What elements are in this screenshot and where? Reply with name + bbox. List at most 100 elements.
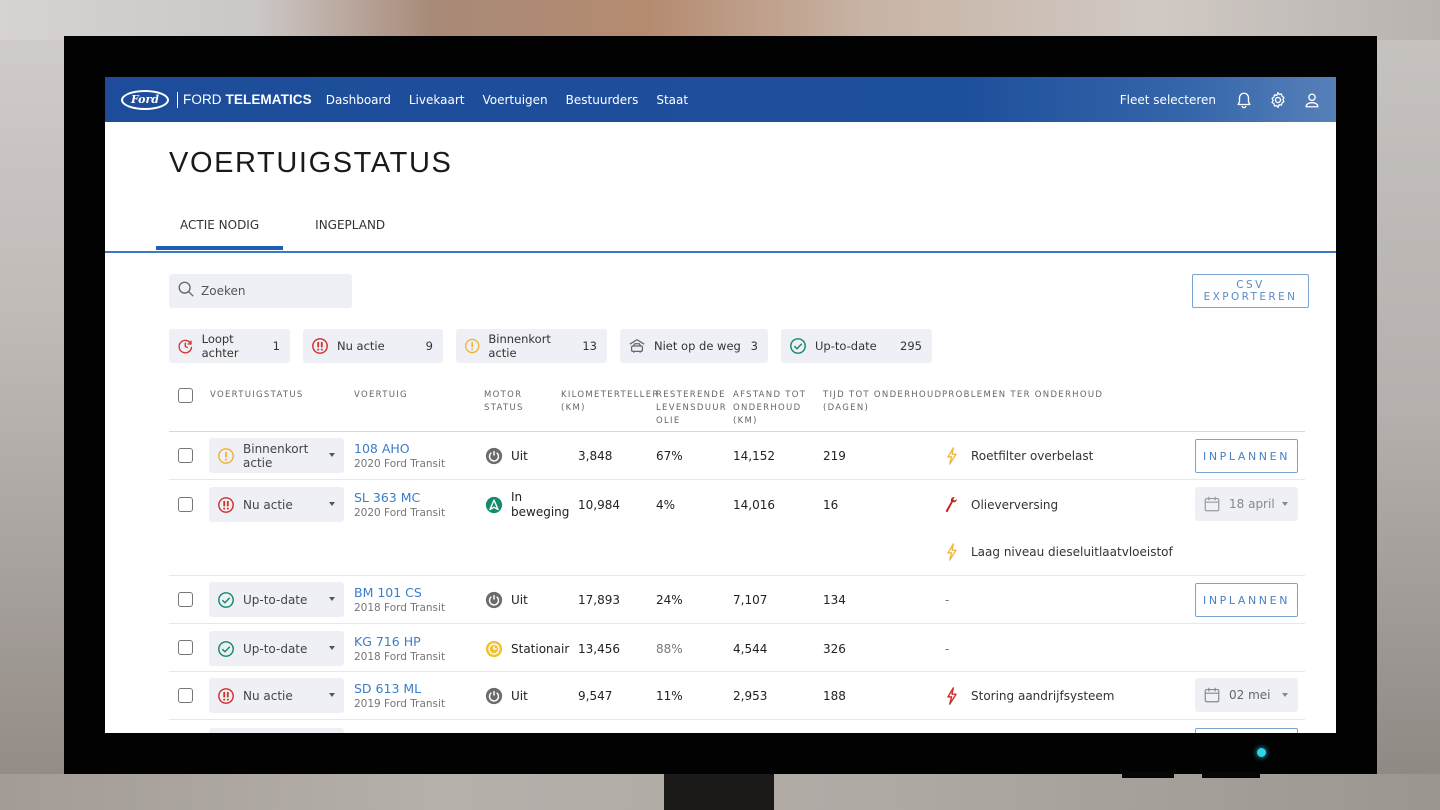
double-exclamation-icon [218, 496, 234, 513]
brand-separator [177, 91, 178, 108]
vehicle-plate-link[interactable]: SD 613 ML [354, 681, 445, 696]
filter-binnenkort-actie[interactable]: Binnenkort actie 13 [456, 329, 607, 363]
row-checkbox[interactable] [178, 497, 193, 512]
nav-bestuurders[interactable]: Bestuurders [566, 93, 639, 107]
date-dropdown[interactable]: 18 april [1195, 487, 1298, 521]
header-problemen[interactable]: PROBLEMEN TER ONDERHOUD [942, 389, 1103, 402]
vehicle-model: 2019 Ford Transit [354, 698, 446, 710]
inplannen-button[interactable] [1195, 728, 1298, 733]
brand-prefix: FORD [183, 92, 222, 107]
problem-label: Laag niveau dieseluitlaatvloeistof [971, 545, 1173, 559]
oil-life-value: 67% [656, 449, 683, 463]
vehicle-cell: KG 716 HP 2018 Ford Transit [354, 634, 445, 663]
motor-status: Uit [485, 687, 528, 705]
header-motor-status[interactable]: MOTOR STATUS [484, 389, 524, 415]
status-dropdown[interactable] [209, 728, 344, 733]
status-filters: Loopt achter 1 Nu actie 9 Binnenkort act… [169, 329, 932, 363]
status-dropdown[interactable]: Up-to-date [209, 582, 344, 617]
status-dropdown[interactable]: Binnenkort actie [209, 438, 344, 473]
problem-item: - [945, 642, 949, 656]
user-icon[interactable] [1302, 90, 1322, 110]
problem-label: Storing aandrijfsysteem [971, 689, 1115, 703]
gear-icon[interactable] [1268, 90, 1288, 110]
chevron-down-icon [329, 693, 335, 697]
date-label: 18 april [1229, 497, 1275, 511]
csv-export-button[interactable]: CSV EXPORTEREN [1192, 274, 1309, 308]
page-title: VOERTUIGSTATUS [169, 147, 453, 179]
filter-niet-op-de-weg[interactable]: Niet op de weg 3 [620, 329, 768, 363]
row-checkbox[interactable] [178, 640, 193, 655]
days-value: 219 [823, 449, 846, 463]
status-dropdown[interactable]: Nu actie [209, 487, 344, 522]
oil-life-value: 88% [656, 642, 683, 656]
filter-label: Up-to-date [815, 339, 877, 353]
brand-suffix: TELEMATICS [225, 92, 312, 107]
row-checkbox[interactable] [178, 592, 193, 607]
search-icon [177, 280, 195, 302]
chevron-down-icon [329, 502, 335, 506]
oil-life-value: 11% [656, 689, 683, 703]
vehicle-plate-link[interactable]: KG 716 HP [354, 634, 445, 649]
tab-actie-nodig[interactable]: ACTIE NODIG [156, 214, 284, 250]
wrench-icon [945, 496, 957, 513]
monitor-stand [664, 774, 774, 810]
row-checkbox[interactable] [178, 448, 193, 463]
nav-dashboard[interactable]: Dashboard [326, 93, 391, 107]
header-afstand-onderhoud[interactable]: AFSTAND TOT ONDERHOUD (KM) [733, 389, 806, 428]
inplannen-button[interactable]: INPLANNEN [1195, 583, 1298, 617]
bell-icon[interactable] [1234, 90, 1254, 110]
inplannen-button[interactable]: INPLANNEN [1195, 439, 1298, 473]
header-voertuig[interactable]: VOERTUIG [354, 389, 408, 402]
motor-label: Uit [511, 593, 528, 607]
header-resterende-olie[interactable]: RESTERENDE LEVENSDUUR OLIE [656, 389, 727, 428]
days-value: 326 [823, 642, 846, 656]
days-value: 16 [823, 498, 839, 512]
ford-logo[interactable]: Ford [121, 89, 169, 110]
motor-label: In beweging [511, 490, 570, 519]
header-tijd-onderhoud[interactable]: TIJD TOT ONDERHOUD (DAGEN) [823, 389, 942, 415]
select-all-checkbox[interactable] [178, 388, 193, 403]
header-line: OLIE [656, 416, 681, 426]
status-label: Nu actie [243, 688, 293, 703]
header-line: (KM) [561, 403, 586, 413]
row-checkbox[interactable] [178, 688, 193, 703]
vehicle-plate-link[interactable]: 108 AHO [354, 441, 445, 456]
filter-count: 1 [272, 339, 280, 353]
tabs-divider [105, 251, 1336, 253]
table-row: Up-to-date KG 716 HP 2018 Ford Transit S… [169, 624, 1305, 672]
fleet-select-link[interactable]: Fleet selecteren [1120, 93, 1216, 107]
table-row: Nu actie SD 613 ML 2019 Ford Transit Uit… [169, 672, 1305, 720]
topbar-actions: Fleet selecteren [1120, 77, 1336, 122]
status-tabs: ACTIE NODIG INGEPLAND [156, 214, 409, 250]
filter-loopt-achter[interactable]: Loopt achter 1 [169, 329, 290, 363]
nav-staat[interactable]: Staat [656, 93, 688, 107]
filter-nu-actie[interactable]: Nu actie 9 [303, 329, 443, 363]
brand-name: FORD TELEMATICS [183, 92, 312, 107]
date-dropdown[interactable]: 02 mei [1195, 678, 1298, 712]
header-line: TIJD TOT ONDERHOUD [823, 390, 943, 400]
status-dropdown[interactable]: Up-to-date [209, 631, 344, 666]
status-dropdown[interactable]: Nu actie [209, 678, 344, 713]
vehicle-cell: SL 363 MC 2020 Ford Transit [354, 490, 445, 519]
problem-label: Olieverversing [971, 498, 1059, 512]
header-kilometerteller[interactable]: KILOMETERTELLER (KM) [561, 389, 660, 415]
distance-value: 7,107 [733, 593, 768, 607]
filter-count: 3 [750, 339, 758, 353]
double-exclamation-icon [312, 338, 328, 354]
vehicle-plate-link[interactable]: SL 363 MC [354, 490, 445, 505]
header-voertuigstatus[interactable]: VOERTUIGSTATUS [210, 389, 304, 402]
filter-up-to-date[interactable]: Up-to-date 295 [781, 329, 932, 363]
vehicle-model: 2020 Ford Transit [354, 458, 446, 470]
nav-voertuigen[interactable]: Voertuigen [482, 93, 547, 107]
csv-label-line2: EXPORTEREN [1203, 291, 1298, 303]
status-label: Up-to-date [243, 641, 308, 656]
search-input[interactable] [201, 284, 341, 298]
nav-livekaart[interactable]: Livekaart [409, 93, 465, 107]
vehicle-plate-link[interactable]: BM 101 CS [354, 585, 445, 600]
header-line: RESTERENDE [656, 390, 726, 400]
header-line: (DAGEN) [823, 403, 870, 413]
status-label: Nu actie [243, 497, 293, 512]
calendar-icon [1204, 496, 1220, 512]
main-nav: Dashboard Livekaart Voertuigen Bestuurde… [326, 93, 706, 107]
tab-ingepland[interactable]: INGEPLAND [291, 214, 409, 248]
